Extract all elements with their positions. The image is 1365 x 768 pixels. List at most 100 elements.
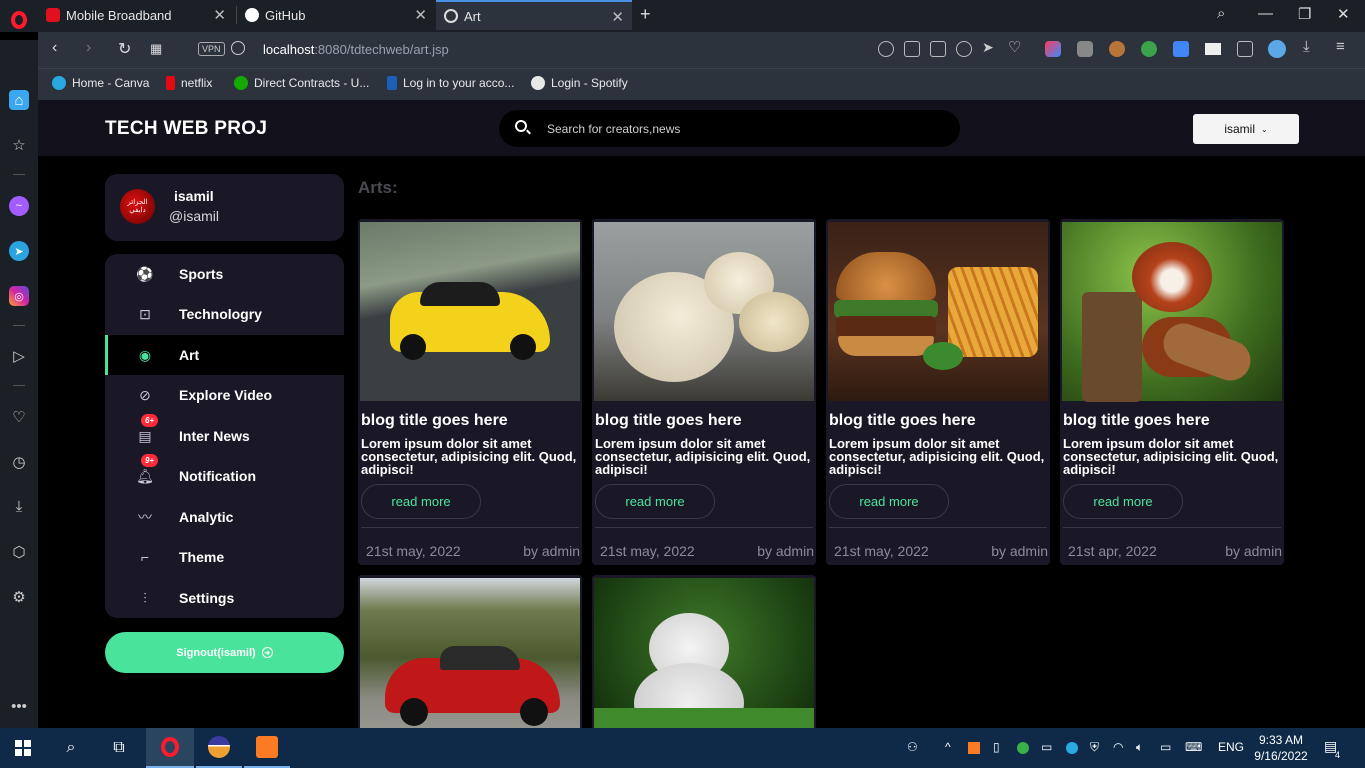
bookmark-heart-icon[interactable]: ♡ <box>1008 38 1021 56</box>
profile-icon[interactable] <box>1268 40 1286 58</box>
restore-icon[interactable]: ❐ <box>1298 5 1311 23</box>
heart-icon[interactable]: ♡ <box>9 407 29 427</box>
bookmark-netflix[interactable]: netflix <box>166 76 212 90</box>
card-image-yellow-car[interactable] <box>360 222 580 401</box>
tab-github[interactable]: GitHub ✕ <box>237 0 435 30</box>
read-more-button[interactable]: read more <box>829 484 949 519</box>
url-field[interactable]: localhost:8080/tdtechweb/art.jsp <box>263 42 449 57</box>
profile-card[interactable]: الجزائر دايفي isamil @isamil <box>105 174 344 241</box>
card-image-burger[interactable] <box>828 222 1048 401</box>
flow-icon[interactable]: ➤ <box>982 39 994 56</box>
back-icon[interactable]: ‹ <box>52 39 57 57</box>
star-icon[interactable]: ☆ <box>9 135 29 155</box>
instagram-icon[interactable]: ◎ <box>9 286 29 306</box>
menu-item-analytic[interactable]: 〰 Analytic <box>105 497 344 537</box>
bookmark-upwork[interactable]: Direct Contracts - U... <box>234 76 369 90</box>
usb-icon[interactable]: ▯ <box>993 740 1000 754</box>
tray-app-icon[interactable] <box>1017 742 1029 754</box>
clock[interactable]: 9:33 AM 9/16/2022 <box>1253 732 1309 764</box>
download-icon[interactable]: ⤓ <box>1303 38 1310 55</box>
card-title[interactable]: blog title goes here <box>361 412 508 430</box>
player-icon[interactable]: ▷ <box>9 346 29 366</box>
snapshot-icon[interactable] <box>930 41 946 57</box>
onedrive-icon[interactable] <box>1066 742 1078 754</box>
minimize-icon[interactable]: — <box>1258 5 1273 22</box>
user-dropdown-button[interactable]: isamil ⌄ <box>1193 114 1299 144</box>
tab-mobile-broadband[interactable]: Mobile Broadband ✕ <box>38 0 234 30</box>
history-icon[interactable]: ◷ <box>9 452 29 472</box>
xampp-tray-icon[interactable] <box>968 742 980 754</box>
tab-art[interactable]: Art ✕ <box>436 0 632 30</box>
more-icon[interactable]: ••• <box>9 696 29 716</box>
xampp-taskbar-icon[interactable] <box>244 728 290 768</box>
cube-icon[interactable] <box>1237 41 1253 57</box>
menu-item-explore-video[interactable]: ⊘ Explore Video <box>105 375 344 415</box>
chevron-up-icon[interactable]: ^ <box>945 740 951 754</box>
battery-icon[interactable]: ▭ <box>1041 740 1052 754</box>
bookmark-canva[interactable]: Home - Canva <box>52 76 149 90</box>
mail-icon[interactable] <box>1205 43 1221 55</box>
display-icon[interactable]: ▭ <box>1160 740 1171 754</box>
volume-icon[interactable]: 🔈︎ <box>1136 740 1143 755</box>
language-indicator[interactable]: ENG <box>1218 740 1244 754</box>
tab-grid-icon[interactable]: ▦ <box>150 41 162 57</box>
vpn-badge[interactable]: VPN <box>198 42 225 56</box>
cookie-icon[interactable] <box>1109 41 1125 57</box>
close-tab-icon[interactable]: ✕ <box>213 6 226 24</box>
task-view-icon[interactable]: ⧉ <box>96 728 142 768</box>
menu-item-notification[interactable]: 🔔︎ 9+ Notification <box>105 454 344 496</box>
card-title[interactable]: blog title goes here <box>1063 412 1210 430</box>
menu-item-theme[interactable]: ⌐ Theme <box>105 537 344 577</box>
site-info-icon[interactable] <box>231 41 245 55</box>
people-icon[interactable]: ⚇ <box>907 740 918 754</box>
menu-item-art[interactable]: ◉ Art <box>105 335 344 375</box>
adblock-icon[interactable] <box>956 41 972 57</box>
telegram-icon[interactable]: ➤ <box>9 241 29 261</box>
card-image-chicks[interactable] <box>594 222 814 401</box>
extension-icon[interactable] <box>1077 41 1093 57</box>
extension-icon[interactable] <box>1045 41 1061 57</box>
reload-icon[interactable]: ↻ <box>118 39 131 59</box>
close-window-icon[interactable]: ✕ <box>1337 5 1350 23</box>
translate-icon[interactable] <box>1173 41 1189 57</box>
menu-item-sports[interactable]: ⚽ Sports <box>105 254 344 294</box>
menu-item-inter-news[interactable]: ▤ 6+ Inter News <box>105 414 344 456</box>
menu-item-technology[interactable]: ⊡ Technologry <box>105 294 344 334</box>
search-tabs-icon[interactable]: ⌕ <box>1217 5 1225 22</box>
card-image-red-car[interactable] <box>360 578 580 728</box>
settings-gear-icon[interactable]: ⚙ <box>9 587 29 607</box>
bookmark-spotify[interactable]: Login - Spotify <box>531 76 628 90</box>
send-to-icon[interactable] <box>904 41 920 57</box>
close-tab-icon[interactable]: ✕ <box>414 6 427 24</box>
easy-setup-icon[interactable]: ≡ <box>1336 38 1345 55</box>
menu-item-settings[interactable]: ⫶ Settings <box>105 578 344 618</box>
bookmark-paypal[interactable]: Log in to your acco... <box>387 76 514 90</box>
card-image-kitten[interactable] <box>594 578 814 728</box>
extensions-cube-icon[interactable]: ⬡ <box>9 542 29 562</box>
opera-menu-icon[interactable] <box>0 0 38 40</box>
card-title[interactable]: blog title goes here <box>829 412 976 430</box>
keyboard-icon[interactable]: ⌨ <box>1185 740 1202 754</box>
messenger-icon[interactable]: ~ <box>9 196 29 216</box>
windows-start-icon[interactable] <box>0 728 46 768</box>
close-tab-icon[interactable]: ✕ <box>611 8 624 26</box>
forward-icon[interactable]: › <box>86 39 91 57</box>
read-more-button[interactable]: read more <box>361 484 481 519</box>
card-image-red-panda[interactable] <box>1062 222 1282 402</box>
read-more-button[interactable]: read more <box>595 484 715 519</box>
read-more-button[interactable]: read more <box>1063 484 1183 519</box>
search-input[interactable] <box>547 119 937 139</box>
eclipse-taskbar-icon[interactable] <box>196 728 242 768</box>
wifi-icon[interactable]: ◠ <box>1113 740 1123 754</box>
downloads-icon[interactable]: ⤓ <box>9 496 29 516</box>
search-icon[interactable]: ⌕ <box>48 728 94 768</box>
home-icon[interactable]: ⌂ <box>9 90 29 110</box>
page-search-icon[interactable] <box>878 41 894 57</box>
brand-logo[interactable]: TECH WEB PROJ <box>105 118 267 140</box>
extension-icon[interactable] <box>1141 41 1157 57</box>
new-tab-icon[interactable]: + <box>640 4 651 25</box>
signout-button[interactable]: Signout(isamil) ➜ <box>105 632 344 673</box>
security-shield-icon[interactable]: ⛨ <box>1090 740 1099 755</box>
opera-taskbar-icon[interactable] <box>146 728 194 768</box>
card-title[interactable]: blog title goes here <box>595 412 742 430</box>
